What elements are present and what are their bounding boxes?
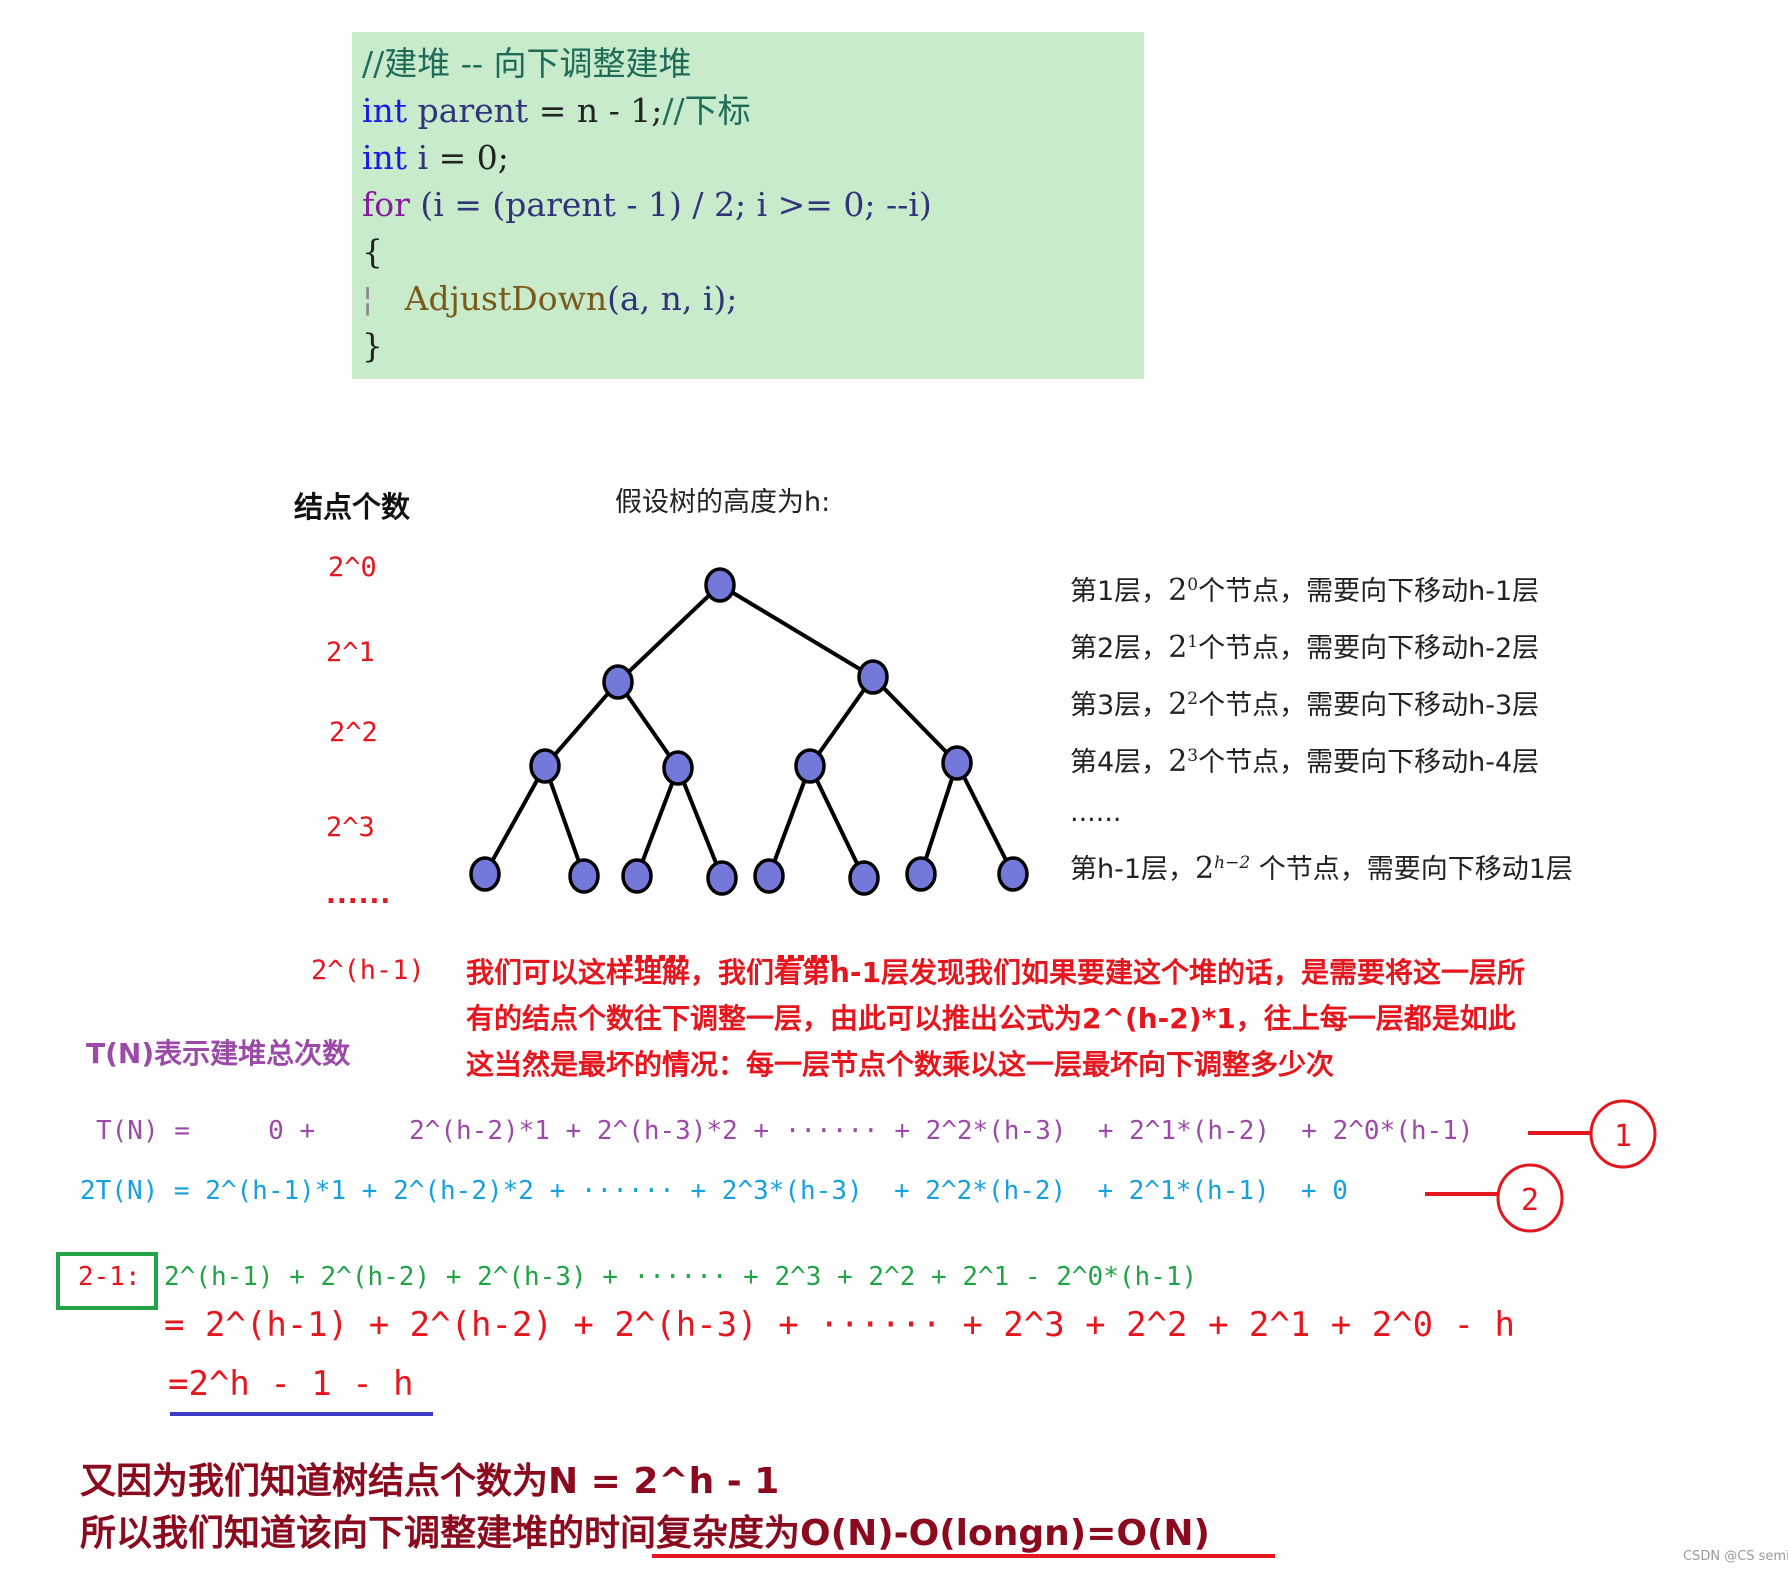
conclusion-line-1: 又因为我们知道树结点个数为N = 2^h - 1 bbox=[80, 1461, 780, 1502]
marker-1-label: 1 bbox=[1614, 1119, 1632, 1154]
equation-3: 2^(h-1) + 2^(h-2) + 2^(h-3) + ······ + 2… bbox=[164, 1262, 1198, 1292]
marker-2-label: 2 bbox=[1521, 1183, 1539, 1218]
equation-5-result: =2^h - 1 - h bbox=[168, 1364, 414, 1404]
conclusion: 又因为我们知道树结点个数为N = 2^h - 1 所以我们知道该向下调整建堆的时… bbox=[80, 1456, 1210, 1560]
subtraction-label: 2-1: bbox=[78, 1262, 141, 1292]
equation-4: = 2^(h-1) + 2^(h-2) + 2^(h-3) + ······ +… bbox=[164, 1305, 1516, 1345]
watermark: CSDN @CS semi bbox=[1683, 1549, 1788, 1564]
conclusion-line-2: 所以我们知道该向下调整建堆的时间复杂度为O(N)-O(longn)=O(N) bbox=[80, 1513, 1211, 1554]
complexity-result: 时间复杂度为O(N)-O(longn)=O(N) bbox=[584, 1513, 1211, 1554]
